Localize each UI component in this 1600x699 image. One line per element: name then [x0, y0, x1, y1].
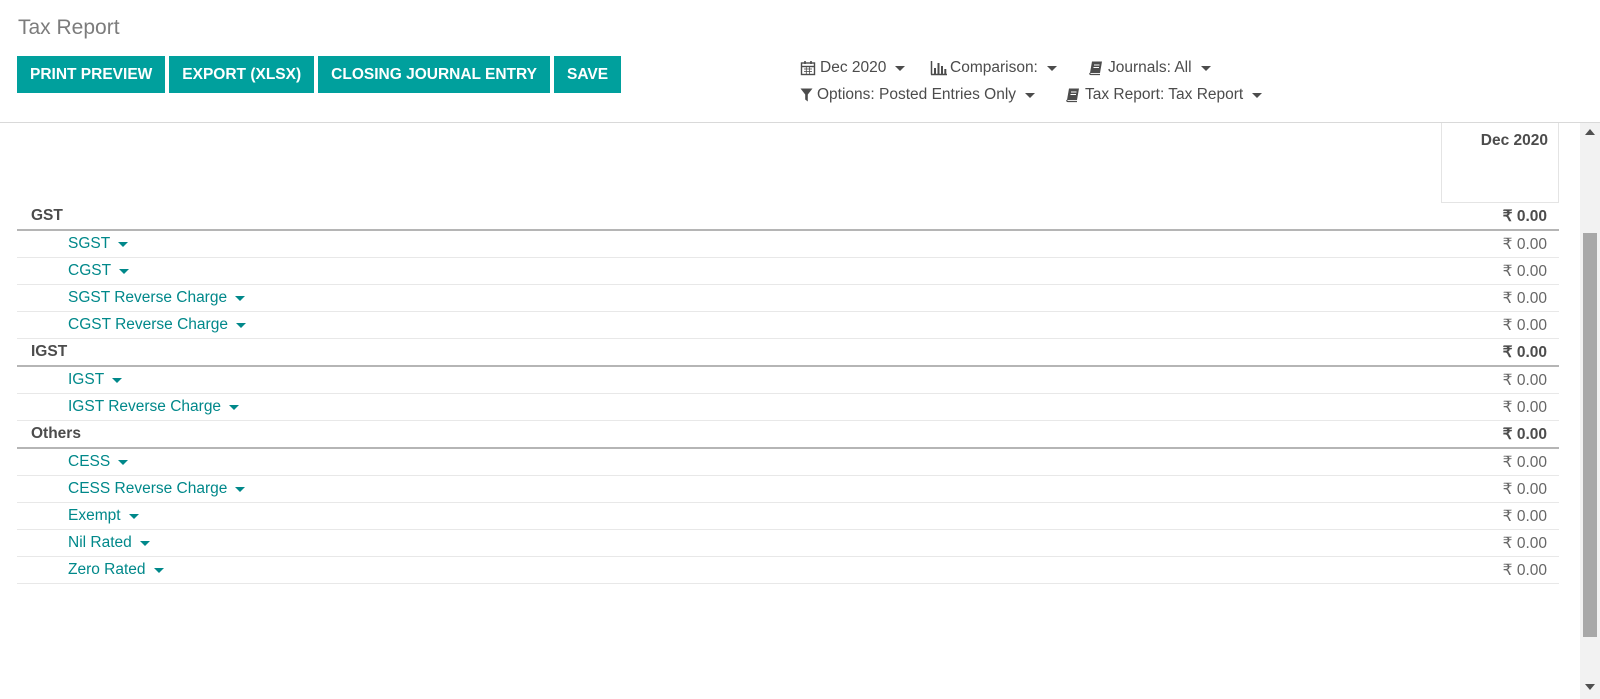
chevron-down-icon: [128, 513, 139, 519]
chevron-down-icon: [229, 404, 240, 410]
section-row-igst: IGST ₹ 0.00: [17, 339, 1559, 367]
table-row: Zero Rated ₹ 0.00: [17, 557, 1559, 584]
chevron-down-icon: [895, 65, 906, 71]
table-row: Nil Rated ₹ 0.00: [17, 530, 1559, 557]
line-label-sgst[interactable]: SGST: [17, 235, 129, 253]
table-row: CESS ₹ 0.00: [17, 449, 1559, 476]
chevron-down-icon: [119, 268, 130, 274]
section-amount: ₹ 0.00: [1502, 425, 1547, 443]
line-amount: ₹ 0.00: [1502, 453, 1547, 471]
bar-chart-icon: [930, 60, 947, 76]
line-amount: ₹ 0.00: [1502, 316, 1547, 334]
book-icon: [1088, 60, 1104, 76]
line-label-exempt[interactable]: Exempt: [17, 507, 139, 525]
line-amount: ₹ 0.00: [1502, 371, 1547, 389]
export-xlsx-button[interactable]: EXPORT (XLSX): [169, 56, 315, 93]
chevron-down-icon: [139, 540, 150, 546]
line-amount: ₹ 0.00: [1502, 235, 1547, 253]
chevron-down-icon: [112, 377, 123, 383]
save-button[interactable]: SAVE: [553, 56, 622, 93]
vertical-scrollbar[interactable]: [1580, 123, 1600, 699]
line-label-text: SGST Reverse Charge: [68, 289, 228, 306]
line-amount: ₹ 0.00: [1502, 507, 1547, 525]
journals-filter-label: Journals: All: [1108, 59, 1192, 76]
tax-report-filter-dropdown[interactable]: Tax Report: Tax Report: [1065, 86, 1263, 104]
date-filter-dropdown[interactable]: Dec 2020: [800, 59, 906, 77]
section-label: GST: [31, 207, 63, 224]
column-header: Dec 2020: [1441, 123, 1559, 203]
chevron-down-icon: [118, 241, 129, 247]
comparison-filter-label: Comparison:: [950, 59, 1038, 76]
filter-icon: [800, 87, 813, 103]
chevron-down-icon: [235, 486, 246, 492]
line-amount: ₹ 0.00: [1502, 534, 1547, 552]
section-amount: ₹ 0.00: [1502, 343, 1547, 361]
line-label-text: IGST Reverse Charge: [68, 398, 222, 415]
line-amount: ₹ 0.00: [1502, 289, 1547, 307]
report-rows: GST ₹ 0.00 SGST ₹ 0.00 CGST ₹ 0.00 SGST …: [17, 203, 1559, 584]
line-label-text: SGST: [68, 235, 111, 252]
line-label-text: CGST Reverse Charge: [68, 316, 228, 333]
line-label-text: CESS Reverse Charge: [68, 480, 228, 497]
options-filter-dropdown[interactable]: Options: Posted Entries Only: [800, 86, 1036, 104]
line-label-igst[interactable]: IGST: [17, 371, 123, 389]
line-label-cgst[interactable]: CGST: [17, 262, 130, 280]
line-label-cess[interactable]: CESS: [17, 453, 129, 471]
table-row: CGST ₹ 0.00: [17, 258, 1559, 285]
control-panel: Tax Report PRINT PREVIEW EXPORT (XLSX) C…: [0, 0, 1600, 123]
date-filter-label: Dec 2020: [820, 59, 887, 76]
calendar-icon: [800, 60, 816, 76]
table-row: CESS Reverse Charge ₹ 0.00: [17, 476, 1559, 503]
line-label-sgst-reverse-charge[interactable]: SGST Reverse Charge: [17, 289, 246, 307]
line-amount: ₹ 0.00: [1502, 398, 1547, 416]
closing-journal-entry-button[interactable]: CLOSING JOURNAL ENTRY: [318, 56, 550, 93]
section-row-gst: GST ₹ 0.00: [17, 203, 1559, 231]
table-row: Exempt ₹ 0.00: [17, 503, 1559, 530]
table-row: CGST Reverse Charge ₹ 0.00: [17, 312, 1559, 339]
chevron-down-icon: [1252, 92, 1263, 98]
chevron-down-icon: [1025, 92, 1036, 98]
chevron-down-icon: [153, 567, 164, 573]
chevron-down-icon: [118, 459, 129, 465]
line-amount: ₹ 0.00: [1502, 561, 1547, 579]
section-amount: ₹ 0.00: [1502, 207, 1547, 225]
scroll-down-arrow-icon[interactable]: [1585, 684, 1595, 690]
line-label-text: Nil Rated: [68, 534, 132, 551]
line-amount: ₹ 0.00: [1502, 262, 1547, 280]
line-label-nil-rated[interactable]: Nil Rated: [17, 534, 150, 552]
line-amount: ₹ 0.00: [1502, 480, 1547, 498]
line-label-text: Zero Rated: [68, 561, 146, 578]
section-label: IGST: [31, 343, 68, 360]
page-title: Tax Report: [18, 16, 120, 39]
scrollbar-thumb[interactable]: [1583, 233, 1597, 637]
line-label-text: CESS: [68, 453, 111, 470]
print-preview-button[interactable]: PRINT PREVIEW: [17, 56, 166, 93]
chevron-down-icon: [235, 322, 246, 328]
button-row: PRINT PREVIEW EXPORT (XLSX) CLOSING JOUR…: [17, 56, 622, 93]
line-label-igst-reverse-charge[interactable]: IGST Reverse Charge: [17, 398, 240, 416]
section-row-others: Others ₹ 0.00: [17, 421, 1559, 449]
line-label-text: IGST: [68, 371, 105, 388]
line-label-cess-reverse-charge[interactable]: CESS Reverse Charge: [17, 480, 246, 498]
journals-filter-dropdown[interactable]: Journals: All: [1088, 59, 1211, 77]
table-row: SGST Reverse Charge ₹ 0.00: [17, 285, 1559, 312]
comparison-filter-dropdown[interactable]: Comparison:: [930, 59, 1057, 77]
line-label-cgst-reverse-charge[interactable]: CGST Reverse Charge: [17, 316, 246, 334]
options-filter-label: Options: Posted Entries Only: [817, 86, 1017, 103]
book-icon: [1065, 87, 1081, 103]
line-label-text: CGST: [68, 262, 112, 279]
chevron-down-icon: [1046, 65, 1057, 71]
line-label-zero-rated[interactable]: Zero Rated: [17, 561, 164, 579]
scroll-up-arrow-icon[interactable]: [1585, 129, 1595, 135]
tax-report-filter-label: Tax Report: Tax Report: [1085, 86, 1244, 103]
chevron-down-icon: [1200, 65, 1211, 71]
section-label: Others: [31, 425, 81, 442]
table-row: IGST Reverse Charge ₹ 0.00: [17, 394, 1559, 421]
chevron-down-icon: [235, 295, 246, 301]
line-label-text: Exempt: [68, 507, 121, 524]
table-row: IGST ₹ 0.00: [17, 367, 1559, 394]
table-row: SGST ₹ 0.00: [17, 231, 1559, 258]
